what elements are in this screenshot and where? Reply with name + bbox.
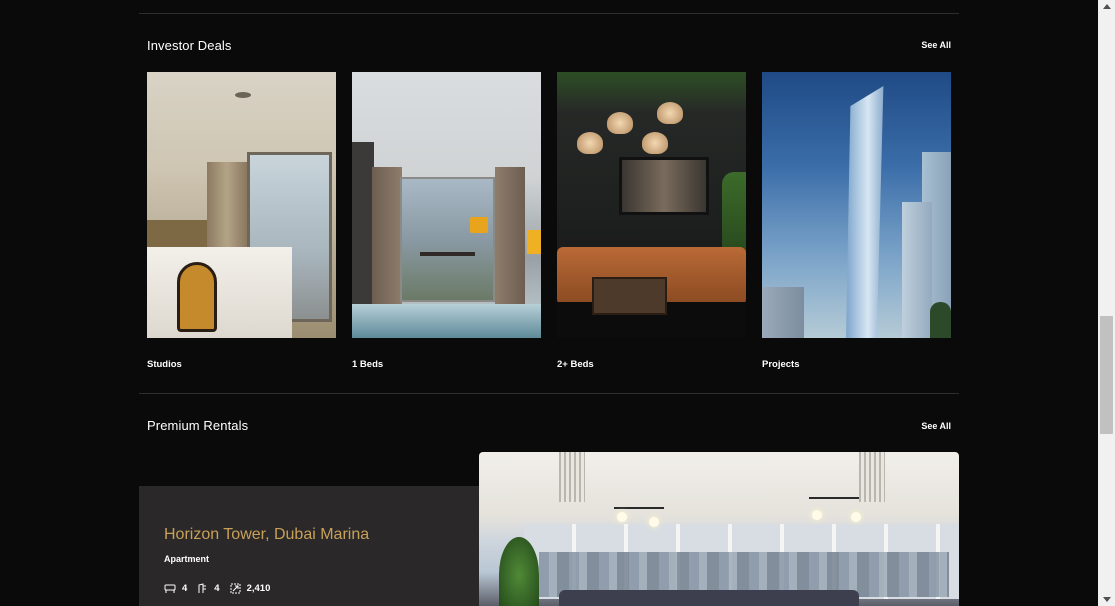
investor-deals-title: Investor Deals (147, 38, 232, 53)
listing-stats: 4 4 2,410 (164, 583, 280, 594)
baths-count: 4 (214, 583, 220, 594)
deal-card-label[interactable]: 2+ Beds (557, 359, 594, 370)
beds-count: 4 (182, 583, 188, 594)
bed-icon (164, 584, 176, 593)
beds-stat: 4 (164, 583, 187, 594)
section-divider (139, 393, 959, 394)
one-bed-image[interactable] (352, 72, 541, 338)
area-value: 2,410 (246, 583, 271, 594)
studios-image[interactable] (147, 72, 336, 338)
deal-card-studios[interactable]: Studios (147, 72, 336, 370)
page-scrollbar[interactable] (1098, 0, 1115, 606)
deal-card-label[interactable]: 1 Beds (352, 359, 383, 370)
premium-rentals-see-all-link[interactable]: See All (921, 421, 951, 431)
listing-title[interactable]: Horizon Tower, Dubai Marina (164, 526, 369, 544)
deal-card-2-plus-beds[interactable]: 2+ Beds (557, 72, 746, 370)
scroll-down-icon[interactable] (1103, 597, 1111, 602)
listing-type: Apartment (164, 554, 210, 564)
deal-card-projects[interactable]: Projects (762, 72, 951, 370)
baths-stat: 4 (197, 583, 220, 594)
investor-deals-see-all-link[interactable]: See All (921, 40, 951, 50)
two-plus-beds-image[interactable] (557, 72, 746, 338)
deal-card-label[interactable]: Projects (762, 359, 800, 370)
area-stat: 2,410 (230, 583, 271, 594)
projects-image[interactable] (762, 72, 951, 338)
bath-icon (198, 583, 207, 593)
rental-listing-card[interactable]: Horizon Tower, Dubai Marina Apartment 4 … (139, 486, 479, 606)
area-icon (230, 583, 241, 594)
top-divider (139, 13, 959, 14)
deal-card-label[interactable]: Studios (147, 359, 182, 370)
scroll-up-icon[interactable] (1103, 4, 1111, 9)
scrollbar-thumb[interactable] (1100, 316, 1113, 434)
listing-image[interactable] (479, 452, 959, 606)
premium-rentals-title: Premium Rentals (147, 418, 249, 433)
deal-card-1-beds[interactable]: 1 Beds (352, 72, 541, 370)
